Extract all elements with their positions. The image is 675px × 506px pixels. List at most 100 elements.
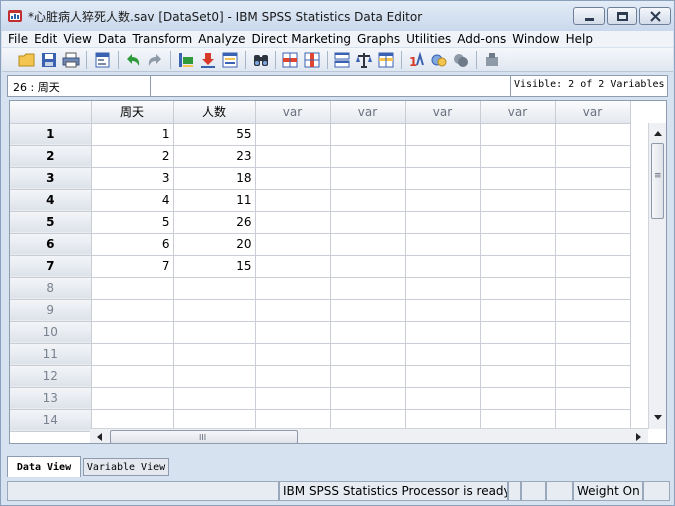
data-cell[interactable]: 20 xyxy=(173,233,256,256)
empty-variable-column-header[interactable]: var xyxy=(480,101,556,124)
close-button[interactable] xyxy=(639,7,671,25)
data-cell[interactable] xyxy=(405,299,481,322)
data-cell[interactable] xyxy=(330,189,406,212)
weight-cases-icon[interactable] xyxy=(355,51,373,69)
data-cell[interactable] xyxy=(480,123,556,146)
scroll-up-arrow-icon[interactable] xyxy=(654,131,662,136)
data-cell[interactable] xyxy=(330,321,406,344)
value-labels-icon[interactable]: 1 xyxy=(408,51,426,69)
find-icon[interactable] xyxy=(252,51,270,69)
goto-case-icon[interactable] xyxy=(177,51,195,69)
data-cell[interactable]: 18 xyxy=(173,167,256,190)
data-cell[interactable] xyxy=(91,321,174,344)
data-cell[interactable] xyxy=(330,299,406,322)
row-number-header[interactable]: 10 xyxy=(10,321,92,344)
redo-icon[interactable] xyxy=(146,51,164,69)
row-number-header[interactable]: 4 xyxy=(10,189,92,212)
maximize-button[interactable] xyxy=(607,7,637,25)
data-cell[interactable] xyxy=(255,299,331,322)
data-cell[interactable] xyxy=(173,321,256,344)
row-number-header[interactable]: 1 xyxy=(10,123,92,146)
data-cell[interactable] xyxy=(405,277,481,300)
data-cell[interactable] xyxy=(555,255,631,278)
row-number-header[interactable]: 2 xyxy=(10,145,92,168)
data-cell[interactable] xyxy=(405,211,481,234)
data-cell[interactable] xyxy=(480,167,556,190)
row-number-header[interactable]: 5 xyxy=(10,211,92,234)
horizontal-scroll-thumb[interactable]: III xyxy=(110,430,298,443)
data-cell[interactable] xyxy=(173,343,256,366)
data-cell[interactable] xyxy=(480,365,556,388)
data-cell[interactable] xyxy=(91,365,174,388)
data-cell[interactable] xyxy=(480,299,556,322)
insert-variable-icon[interactable] xyxy=(303,51,321,69)
menu-view[interactable]: View xyxy=(60,31,94,47)
data-cell[interactable] xyxy=(480,189,556,212)
data-cell[interactable]: 26 xyxy=(173,211,256,234)
data-cell[interactable] xyxy=(555,167,631,190)
data-cell[interactable] xyxy=(255,321,331,344)
data-cell[interactable] xyxy=(555,299,631,322)
row-number-header[interactable]: 6 xyxy=(10,233,92,256)
data-cell[interactable]: 3 xyxy=(91,167,174,190)
row-number-header[interactable]: 8 xyxy=(10,277,92,300)
menu-file[interactable]: File xyxy=(2,31,31,47)
data-cell[interactable] xyxy=(255,277,331,300)
data-cell[interactable] xyxy=(405,167,481,190)
data-cell[interactable]: 1 xyxy=(91,123,174,146)
data-cell[interactable] xyxy=(330,343,406,366)
spss-app-icon[interactable] xyxy=(7,8,23,24)
menu-window[interactable]: Window xyxy=(509,31,562,47)
data-cell[interactable] xyxy=(91,299,174,322)
data-cell[interactable] xyxy=(480,343,556,366)
data-cell[interactable] xyxy=(405,255,481,278)
data-cell[interactable] xyxy=(405,365,481,388)
open-folder-icon[interactable] xyxy=(18,51,36,69)
data-cell[interactable] xyxy=(405,343,481,366)
data-cell[interactable]: 2 xyxy=(91,145,174,168)
data-cell[interactable] xyxy=(480,321,556,344)
grid-corner[interactable] xyxy=(10,101,92,124)
show-all-variables-icon[interactable] xyxy=(452,51,470,69)
data-cell[interactable] xyxy=(555,277,631,300)
scroll-left-arrow-icon[interactable] xyxy=(97,433,102,441)
data-cell[interactable]: 15 xyxy=(173,255,256,278)
data-cell[interactable] xyxy=(255,233,331,256)
data-cell[interactable]: 11 xyxy=(173,189,256,212)
scroll-down-arrow-icon[interactable] xyxy=(654,415,662,420)
row-number-header[interactable]: 3 xyxy=(10,167,92,190)
data-cell[interactable] xyxy=(91,277,174,300)
data-cell[interactable] xyxy=(480,387,556,410)
data-cell[interactable] xyxy=(405,189,481,212)
empty-variable-column-header[interactable]: var xyxy=(555,101,631,124)
data-cell[interactable] xyxy=(405,123,481,146)
menu-graphs[interactable]: Graphs xyxy=(354,31,403,47)
menu-direct-marketing[interactable]: Direct Marketing xyxy=(248,31,354,47)
spell-check-icon[interactable] xyxy=(483,51,501,69)
data-cell[interactable] xyxy=(255,167,331,190)
data-cell[interactable] xyxy=(555,365,631,388)
data-cell[interactable] xyxy=(555,387,631,410)
data-cell[interactable] xyxy=(255,343,331,366)
empty-variable-column-header[interactable]: var xyxy=(405,101,481,124)
data-cell[interactable] xyxy=(173,277,256,300)
data-cell[interactable]: 23 xyxy=(173,145,256,168)
vertical-scrollbar[interactable]: ≡ xyxy=(648,123,666,429)
variables-icon[interactable] xyxy=(221,51,239,69)
split-file-icon[interactable] xyxy=(333,51,351,69)
data-cell[interactable] xyxy=(405,321,481,344)
data-cell[interactable]: 5 xyxy=(91,211,174,234)
use-variable-sets-icon[interactable] xyxy=(430,51,448,69)
data-cell[interactable] xyxy=(255,145,331,168)
data-cell[interactable] xyxy=(255,189,331,212)
data-cell[interactable] xyxy=(91,343,174,366)
vertical-scroll-thumb[interactable]: ≡ xyxy=(651,143,664,219)
data-cell[interactable] xyxy=(91,387,174,410)
data-cell[interactable]: 4 xyxy=(91,189,174,212)
data-cell[interactable] xyxy=(330,167,406,190)
empty-variable-column-header[interactable]: var xyxy=(255,101,331,124)
scroll-right-arrow-icon[interactable] xyxy=(636,433,641,441)
menu-utilities[interactable]: Utilities xyxy=(403,31,454,47)
data-cell[interactable] xyxy=(255,255,331,278)
data-cell[interactable] xyxy=(405,145,481,168)
